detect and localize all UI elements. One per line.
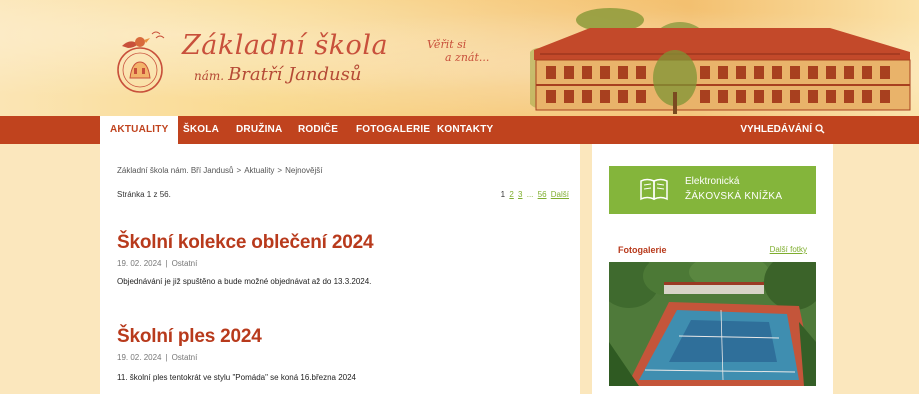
logo-subtitle[interactable]: nám. Bratří Jandusů xyxy=(194,64,361,85)
breadcrumb: Základní škola nám. Bří Jandusů > Aktualit… xyxy=(117,166,322,175)
nav-item-rodice[interactable]: RODIČE xyxy=(298,116,338,144)
logo-emblem-icon[interactable] xyxy=(112,28,170,96)
pagination: 1 2 3 ... 56 Další xyxy=(501,190,569,199)
pagination-page-2[interactable]: 2 xyxy=(509,190,513,199)
breadcrumb-separator: > xyxy=(277,166,283,175)
gallery-title: Fotogalerie xyxy=(618,245,667,255)
article-date: 19. 02. 2024 xyxy=(117,259,162,268)
nav-item-aktuality[interactable]: AKTUALITY xyxy=(100,116,179,144)
motto-line1: Věřit si xyxy=(427,38,467,51)
article-title[interactable]: Školní kolekce oblečení 2024 xyxy=(117,232,374,254)
page-count: Stránka 1 z 56. xyxy=(117,190,171,199)
nav-item-fotogalerie[interactable]: FOTOGALERIE xyxy=(356,116,430,144)
ezk-label-line1: Elektronická xyxy=(685,176,740,187)
breadcrumb-home[interactable]: Základní škola nám. Bří Jandusů xyxy=(117,166,234,175)
search-icon xyxy=(815,124,825,134)
article-excerpt: Objednávání je již spuštěno a bude možné… xyxy=(117,277,372,286)
book-icon xyxy=(640,178,668,201)
article-meta: 19. 02. 2024 | Ostatní xyxy=(117,353,198,362)
article-title[interactable]: Školní ples 2024 xyxy=(117,326,262,348)
pagination-last[interactable]: 56 xyxy=(538,190,547,199)
gallery-photo[interactable] xyxy=(609,262,816,386)
breadcrumb-separator: > xyxy=(236,166,242,175)
electronic-student-book-button[interactable]: Elektronická ŽÁKOVSKÁ KNÍŽKA xyxy=(609,166,816,214)
nav-item-skola[interactable]: ŠKOLA xyxy=(183,116,219,144)
breadcrumb-current: Nejnovější xyxy=(285,166,323,175)
logo-subtitle-name: Bratří Jandusů xyxy=(228,64,362,85)
school-building-illustration xyxy=(530,8,911,114)
breadcrumb-aktuality[interactable]: Aktuality xyxy=(244,166,274,175)
article-excerpt: 11. školní ples tentokrát ve stylu "Pomá… xyxy=(117,373,357,382)
main-navigation: AKTUALITY ŠKOLA DRUŽINA RODIČE FOTOGALER… xyxy=(0,116,919,144)
logo-title[interactable]: Základní škola xyxy=(182,30,388,61)
pagination-current: 1 xyxy=(500,190,506,199)
article-meta: 19. 02. 2024 | Ostatní xyxy=(117,259,198,268)
logo-subtitle-prefix: nám. xyxy=(194,69,225,83)
nav-item-kontakty[interactable]: KONTAKTY xyxy=(437,116,493,144)
search-label: VYHLEDÁVÁNÍ xyxy=(740,124,812,135)
header-banner: Základní škola nám. Bratří Jandusů Věřit … xyxy=(0,0,919,116)
article-date: 19. 02. 2024 xyxy=(117,353,162,362)
search-link[interactable]: VYHLEDÁVÁNÍ xyxy=(740,116,825,144)
pagination-page-3[interactable]: 3 xyxy=(518,190,522,199)
ezk-label-line2: ŽÁKOVSKÁ KNÍŽKA xyxy=(685,191,783,202)
motto: Věřit si a znát... xyxy=(427,38,507,64)
article-category[interactable]: Ostatní xyxy=(172,259,198,268)
gallery-more-link[interactable]: Další fotky xyxy=(770,245,807,254)
pagination-ellipsis: ... xyxy=(526,190,534,199)
nav-item-druzina[interactable]: DRUŽINA xyxy=(236,116,282,144)
article-category[interactable]: Ostatní xyxy=(172,353,198,362)
motto-line2: a znát... xyxy=(445,51,490,64)
pagination-next[interactable]: Další xyxy=(551,190,569,199)
